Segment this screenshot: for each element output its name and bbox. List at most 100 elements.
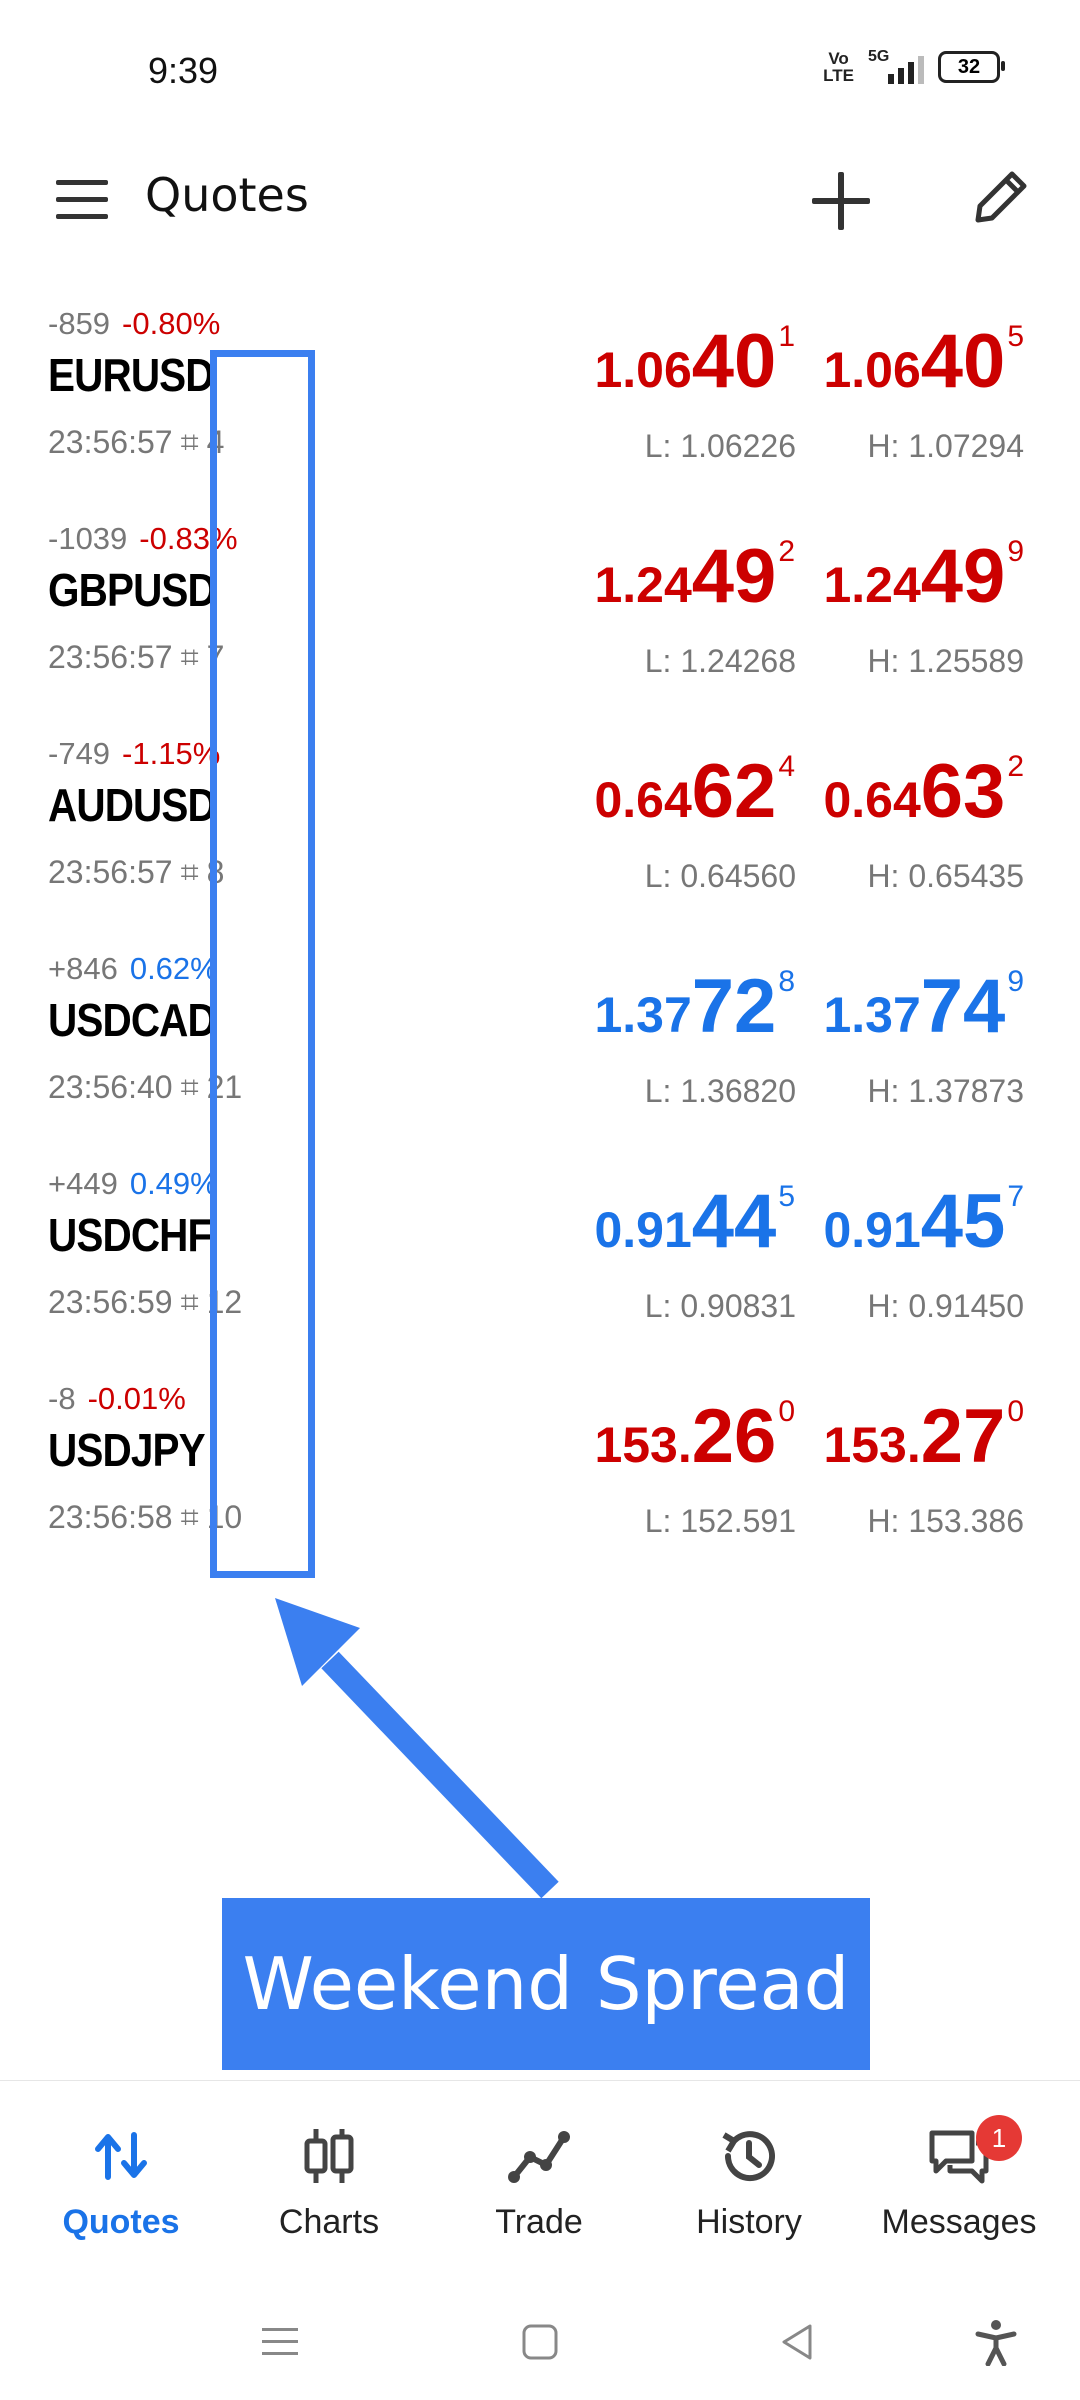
change-points: +846 xyxy=(48,951,118,986)
high-price: H: 0.91450 xyxy=(867,1288,1024,1324)
quote-time: 23:56:57 xyxy=(48,854,173,890)
back-icon[interactable] xyxy=(774,2318,822,2366)
change-percent: 0.49% xyxy=(129,1166,218,1201)
quotes-arrows-icon xyxy=(95,2132,147,2180)
low-price: L: 1.06226 xyxy=(644,428,796,464)
home-icon[interactable] xyxy=(516,2318,564,2366)
status-time: 9:39 xyxy=(148,50,219,91)
history-clock-icon xyxy=(722,2131,775,2182)
high-price: H: 1.07294 xyxy=(867,428,1024,464)
weekend-spread-callout: Weekend Spread xyxy=(222,1898,870,2070)
system-nav-bar xyxy=(0,2280,1080,2400)
bid-price: 1.06401 xyxy=(594,319,795,404)
high-price: H: 153.386 xyxy=(867,1503,1024,1539)
high-price: H: 1.37873 xyxy=(867,1073,1024,1109)
nav-label: History xyxy=(696,2203,802,2241)
quote-time-spread: 23:56:57 ⌗ 8 xyxy=(48,854,224,892)
symbol-name: GBPUSD xyxy=(48,564,217,616)
quote-time: 23:56:59 xyxy=(48,1284,173,1320)
daily-change: -749 -1.15% xyxy=(48,736,220,772)
symbol-name: AUDUSD xyxy=(48,779,217,831)
low-price: L: 0.64560 xyxy=(644,858,796,894)
bid-price: 1.24492 xyxy=(594,534,795,619)
spread-icon: ⌗ xyxy=(180,1499,199,1535)
nav-trade[interactable]: Trade xyxy=(434,2121,644,2242)
quote-row[interactable]: -859 -0.80% EURUSD 23:56:57 ⌗ 4 1.06401 1.0… xyxy=(0,290,1080,505)
quote-row[interactable]: -749 -1.15% AUDUSD 23:56:57 ⌗ 8 0.64624 0.6… xyxy=(0,720,1080,935)
annotation-arrow-icon xyxy=(275,1598,559,1899)
nav-label: Messages xyxy=(881,2203,1037,2241)
nav-history[interactable]: History xyxy=(644,2121,854,2242)
quote-time-spread: 23:56:57 ⌗ 7 xyxy=(48,639,224,677)
nav-messages[interactable]: 1 Messages xyxy=(854,2115,1064,2242)
status-bar: 9:39 Vo LTE 5G 32 xyxy=(0,0,1080,140)
plus-icon[interactable] xyxy=(806,166,876,236)
nav-charts[interactable]: Charts xyxy=(224,2121,434,2242)
spread-icon: ⌗ xyxy=(180,854,199,890)
nav-label: Charts xyxy=(278,2203,380,2241)
bid-price: 1.37728 xyxy=(594,964,795,1049)
ask-price: 1.06405 xyxy=(823,319,1024,404)
bid-price: 0.64624 xyxy=(594,749,795,834)
ask-price: 153.270 xyxy=(823,1394,1024,1479)
quote-time: 23:56:58 xyxy=(48,1499,173,1535)
bid-price: 0.91445 xyxy=(594,1179,795,1264)
change-percent: 0.62% xyxy=(129,951,218,986)
spread-icon: ⌗ xyxy=(180,639,199,675)
quote-time: 23:56:57 xyxy=(48,424,173,460)
change-points: -859 xyxy=(48,306,111,341)
high-price: H: 1.25589 xyxy=(867,643,1024,679)
battery-level: 32 xyxy=(957,55,981,78)
symbol-name: USDJPY xyxy=(48,1424,206,1476)
quote-row[interactable]: -8 -0.01% USDJPY 23:56:58 ⌗ 10 153.260 153.… xyxy=(0,1365,1080,1580)
daily-change: -859 -0.80% xyxy=(48,306,220,342)
page-title: Quotes xyxy=(145,168,309,222)
daily-change: +449 0.49% xyxy=(48,1166,218,1202)
nav-label: Trade xyxy=(495,2203,583,2241)
quote-time: 23:56:57 xyxy=(48,639,173,675)
network-type: 5G xyxy=(868,48,890,65)
change-points: -1039 xyxy=(48,521,128,556)
recent-apps-icon[interactable] xyxy=(256,2318,304,2366)
daily-change: +846 0.62% xyxy=(48,951,218,987)
quote-row[interactable]: -1039 -0.83% GBPUSD 23:56:57 ⌗ 7 1.24492 1.… xyxy=(0,505,1080,720)
hamburger-menu-icon[interactable] xyxy=(52,170,112,230)
spread-icon: ⌗ xyxy=(180,1284,199,1320)
volte-icon: Vo LTE xyxy=(823,49,854,85)
ask-price: 0.91457 xyxy=(823,1179,1024,1264)
quote-row[interactable]: +846 0.62% USDCAD 23:56:40 ⌗ 21 1.37728 1.3… xyxy=(0,935,1080,1150)
quote-time: 23:56:40 xyxy=(48,1069,173,1105)
change-points: +449 xyxy=(48,1166,118,1201)
symbol-name: USDCAD xyxy=(48,994,217,1046)
quote-time-spread: 23:56:57 ⌗ 4 xyxy=(48,424,224,462)
ask-price: 0.64632 xyxy=(823,749,1024,834)
change-points: -749 xyxy=(48,736,111,771)
symbol-name: USDCHF xyxy=(48,1209,212,1261)
ask-price: 1.24499 xyxy=(823,534,1024,619)
accessibility-icon[interactable] xyxy=(972,2318,1020,2366)
low-price: L: 1.24268 xyxy=(644,643,796,679)
low-price: L: 0.90831 xyxy=(644,1288,796,1324)
pencil-icon[interactable] xyxy=(966,162,1036,232)
nav-label: Quotes xyxy=(62,2203,180,2241)
ask-price: 1.37749 xyxy=(823,964,1024,1049)
low-price: L: 152.591 xyxy=(644,1503,796,1539)
unread-badge: 1 xyxy=(976,2115,1022,2161)
change-percent: -1.15% xyxy=(122,736,221,771)
bottom-nav: Quotes Charts Trade History 1 Messages xyxy=(0,2080,1080,2281)
high-price: H: 0.65435 xyxy=(867,858,1024,894)
battery-icon: 32 xyxy=(938,51,1005,83)
quote-row[interactable]: +449 0.49% USDCHF 23:56:59 ⌗ 12 0.91445 0.9… xyxy=(0,1150,1080,1365)
symbol-name: EURUSD xyxy=(48,349,215,401)
signal-icon: 5G xyxy=(868,48,924,84)
trend-line-icon xyxy=(508,2131,570,2183)
bid-price: 153.260 xyxy=(594,1394,795,1479)
callout-label: Weekend Spread xyxy=(242,1942,850,2026)
change-points: -8 xyxy=(48,1381,76,1416)
change-percent: -0.80% xyxy=(122,306,221,341)
daily-change: -8 -0.01% xyxy=(48,1381,186,1417)
spread-icon: ⌗ xyxy=(180,424,199,460)
low-price: L: 1.36820 xyxy=(644,1073,796,1109)
nav-quotes[interactable]: Quotes xyxy=(16,2121,226,2242)
spread-highlight-box xyxy=(210,350,315,1578)
